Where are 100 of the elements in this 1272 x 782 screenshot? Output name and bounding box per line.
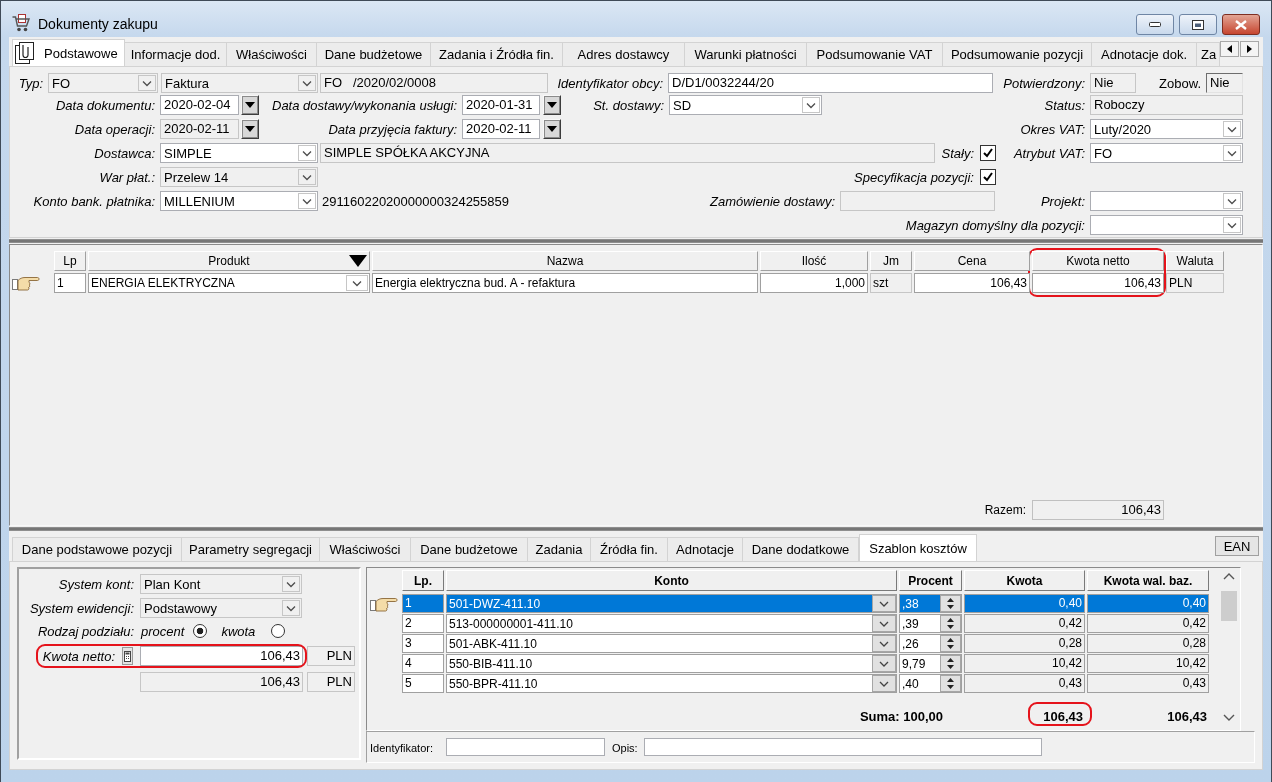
column-header[interactable]: Produkt: [88, 251, 370, 271]
date-field[interactable]: 2020-02-11: [462, 119, 540, 139]
table-cell: 0,28: [1087, 634, 1209, 653]
date-field[interactable]: 2020-02-04: [160, 95, 239, 115]
tab[interactable]: Właściwości: [227, 42, 317, 66]
tab[interactable]: Dane budżetowe: [317, 42, 431, 66]
column-header[interactable]: Ilość: [760, 251, 868, 271]
tab[interactable]: Adres dostawcy: [563, 42, 685, 66]
field-label: Stały:: [941, 146, 974, 161]
radio-button[interactable]: [193, 624, 208, 638]
column-header[interactable]: Kwota: [964, 570, 1085, 591]
field-label: Potwierdzony:: [1003, 76, 1085, 91]
tab[interactable]: Podsumowanie VAT: [807, 42, 943, 66]
table-cell: 1: [402, 594, 444, 613]
date-picker-button[interactable]: [543, 119, 561, 139]
text-field[interactable]: D/D1/0032244/20: [668, 73, 993, 93]
tab[interactable]: Źródła fin.: [591, 537, 668, 561]
tab-scroll-right-button[interactable]: [1240, 41, 1259, 57]
total-label: Razem:: [984, 503, 1026, 517]
tab[interactable]: Zadania i Źródła fin.: [431, 42, 563, 66]
dropdown-field[interactable]: MILLENIUM: [160, 191, 318, 211]
chevron-down-icon[interactable]: [1223, 714, 1235, 721]
tab[interactable]: Za: [1197, 42, 1220, 66]
date-field[interactable]: 2020-01-31: [462, 95, 540, 115]
percent-field[interactable]: 9,79: [899, 654, 962, 673]
chevron-up-icon[interactable]: [1223, 573, 1235, 580]
column-header[interactable]: Kwota wal. baz.: [1087, 570, 1209, 591]
field-label: Konto bank. płatnika:: [33, 194, 155, 209]
dropdown-field[interactable]: 513-000000001-411.10: [446, 614, 897, 633]
field-label: Data przyjęcia faktury:: [328, 122, 457, 137]
up-down-arrows-icon: [940, 655, 961, 672]
field-label: Kwota netto:: [42, 649, 115, 664]
date-picker-button[interactable]: [543, 95, 561, 115]
dropdown-field[interactable]: FO: [1090, 143, 1243, 163]
column-header[interactable]: Lp.: [402, 570, 444, 591]
dropdown-field[interactable]: 501-DWZ-411.10: [446, 594, 897, 613]
date-picker-button[interactable]: [241, 95, 259, 115]
sum-label: Suma: 100,00: [859, 708, 943, 724]
dropdown-field[interactable]: 550-BIB-411.10: [446, 654, 897, 673]
tab[interactable]: Właściwości: [320, 537, 411, 561]
field-label: Data dokumentu:: [56, 98, 155, 113]
date-picker-button[interactable]: [241, 119, 259, 139]
column-header[interactable]: Nazwa: [372, 251, 758, 271]
radio-button[interactable]: [271, 624, 286, 638]
caret-down-icon: [245, 126, 255, 132]
percent-field[interactable]: ,26: [899, 634, 962, 653]
dropdown-field[interactable]: Luty/2020: [1090, 119, 1243, 139]
tab-scroll-left-button[interactable]: [1220, 41, 1239, 57]
ean-button[interactable]: EAN: [1215, 536, 1259, 556]
scrollbar-thumb[interactable]: [1221, 591, 1237, 621]
checkbox[interactable]: [980, 145, 996, 161]
dropdown-field[interactable]: 550-BPR-411.10: [446, 674, 897, 693]
column-header[interactable]: Waluta: [1166, 251, 1224, 271]
checkbox[interactable]: [980, 169, 996, 185]
close-button[interactable]: [1222, 14, 1260, 35]
tab[interactable]: Dane podstawowe pozycji: [12, 537, 182, 561]
text-field[interactable]: [446, 738, 605, 756]
field-label: Zobow.: [1159, 76, 1201, 91]
tab[interactable]: Szablon kosztów: [859, 534, 977, 561]
maximize-button[interactable]: [1179, 14, 1217, 35]
tab[interactable]: Podstawowe: [12, 39, 125, 66]
tab[interactable]: Adnotacje: [668, 537, 743, 561]
table-cell: 0,40: [1087, 594, 1209, 613]
column-header[interactable]: Procent: [899, 570, 962, 591]
table-cell: PLN: [1166, 273, 1224, 293]
column-header[interactable]: Konto: [446, 570, 897, 591]
dropdown-field[interactable]: 501-ABK-411.10: [446, 634, 897, 653]
percent-field[interactable]: ,40: [899, 674, 962, 693]
column-header[interactable]: Kwota netto: [1032, 251, 1164, 271]
tab[interactable]: Zadania: [528, 537, 591, 561]
tab[interactable]: Adnotacje dok.: [1092, 42, 1197, 66]
chevron-down-icon: [282, 600, 300, 616]
amount-field[interactable]: 106,43: [140, 646, 303, 666]
tab[interactable]: Informacje dod.: [125, 42, 227, 66]
percent-field[interactable]: ,38: [899, 594, 962, 613]
table-cell: Energia elektryczna bud. A - refaktura: [372, 273, 758, 293]
table-cell: 0,43: [964, 674, 1085, 693]
dropdown-field[interactable]: [1090, 191, 1243, 211]
percent-field[interactable]: ,39: [899, 614, 962, 633]
tab[interactable]: Dane dodatkowe: [743, 537, 859, 561]
chevron-down-icon: [298, 169, 316, 185]
tab[interactable]: Parametry segregacji: [182, 537, 320, 561]
column-header[interactable]: Jm: [870, 251, 912, 271]
dropdown-field[interactable]: SD: [669, 95, 822, 115]
column-header[interactable]: Lp: [54, 251, 86, 271]
table-cell: 0,43: [1087, 674, 1209, 693]
column-header[interactable]: Cena: [914, 251, 1030, 271]
calculator-button[interactable]: [122, 647, 133, 665]
field-label: Okres VAT:: [1020, 122, 1085, 137]
field-label: Magazyn domyślny dla pozycji:: [905, 218, 1085, 233]
dropdown-field[interactable]: ENERGIA ELEKTRYCZNA: [88, 273, 370, 293]
tab[interactable]: Warunki płatności: [685, 42, 807, 66]
dropdown-field[interactable]: [1090, 215, 1243, 235]
tab[interactable]: Dane budżetowe: [411, 537, 528, 561]
shopping-cart-icon: [12, 14, 30, 32]
table-cell: 1: [54, 273, 86, 293]
text-field[interactable]: [644, 738, 1042, 756]
minimize-button[interactable]: [1136, 14, 1174, 35]
dropdown-field[interactable]: SIMPLE: [160, 143, 318, 163]
tab[interactable]: Podsumowanie pozycji: [943, 42, 1092, 66]
